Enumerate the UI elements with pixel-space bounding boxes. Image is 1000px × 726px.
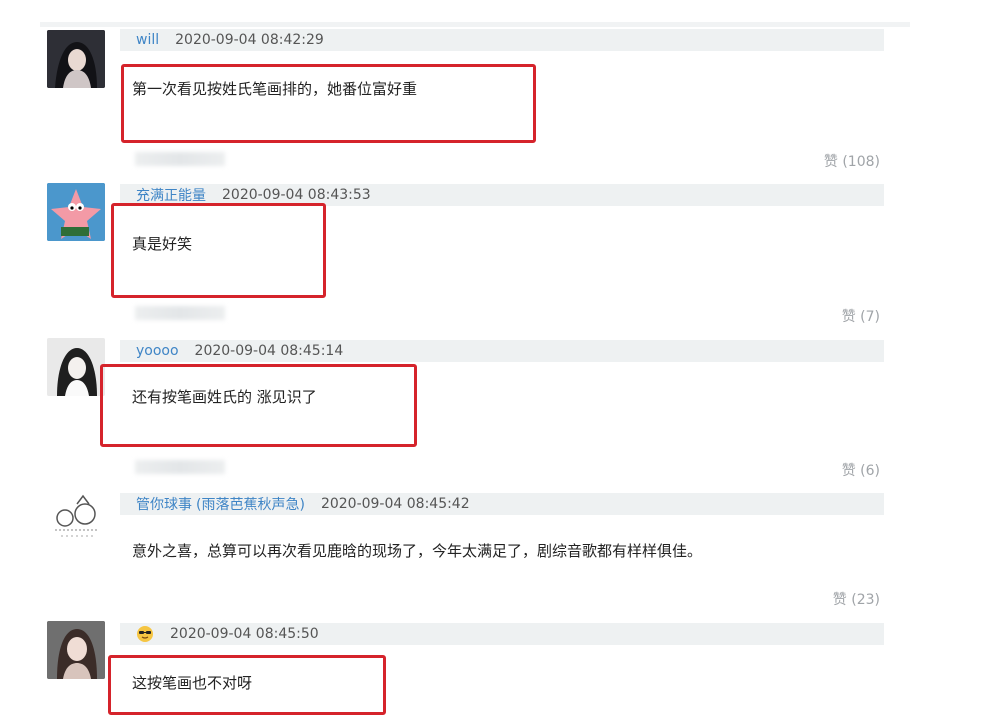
blurred-reply-bar	[135, 460, 225, 474]
comment-meta: 管你球事 (雨落芭蕉秋声急) 2020-09-04 08:45:42	[120, 493, 884, 515]
comment-text: 意外之喜，总算可以再次看见鹿晗的现场了，今年太满足了，剧综音歌都有样样俱佳。	[132, 542, 703, 560]
dark-hair-girl-avatar-icon	[47, 30, 105, 88]
woman-portrait-avatar-icon	[47, 621, 105, 679]
avatar[interactable]	[47, 338, 105, 396]
timestamp: 2020-09-04 08:42:29	[175, 32, 324, 48]
sunglasses-emoji-icon	[136, 625, 154, 643]
user-note: (雨落芭蕉秋声急)	[196, 497, 305, 513]
username-link[interactable]: will	[136, 32, 159, 48]
avatar[interactable]	[47, 490, 105, 548]
comment-meta: yoooo 2020-09-04 08:45:14	[120, 340, 884, 362]
username-link[interactable]: 管你球事	[136, 494, 192, 514]
like-button[interactable]: 赞 (23)	[790, 589, 880, 609]
like-button[interactable]: 赞 (7)	[790, 306, 880, 326]
like-button[interactable]: 赞 (6)	[790, 460, 880, 480]
blurred-reply-bar	[135, 306, 225, 320]
timestamp: 2020-09-04 08:45:14	[194, 343, 344, 359]
top-divider	[40, 22, 910, 27]
avatar[interactable]	[47, 30, 105, 88]
patrick-star-avatar-icon	[47, 183, 105, 241]
blurred-reply-bar	[135, 152, 225, 166]
red-highlight-box	[100, 364, 417, 447]
timestamp: 2020-09-04 08:43:53	[222, 187, 371, 203]
like-button[interactable]: 赞 (108)	[790, 151, 880, 171]
avatar[interactable]	[47, 183, 105, 241]
timestamp: 2020-09-04 08:45:42	[320, 496, 470, 512]
username-link[interactable]: yoooo	[136, 343, 179, 359]
timestamp: 2020-09-04 08:45:50	[170, 626, 319, 642]
comment-meta: 2020-09-04 08:45:50	[120, 623, 884, 645]
avatar[interactable]	[47, 621, 105, 679]
red-highlight-box	[108, 655, 386, 715]
black-white-portrait-avatar-icon	[47, 338, 105, 396]
comment-meta: will 2020-09-04 08:42:29	[120, 29, 884, 51]
doodle-avatar-icon	[47, 490, 105, 548]
red-highlight-box	[121, 64, 536, 143]
username-link[interactable]: 充满正能量	[136, 185, 206, 205]
red-highlight-box	[111, 203, 326, 298]
